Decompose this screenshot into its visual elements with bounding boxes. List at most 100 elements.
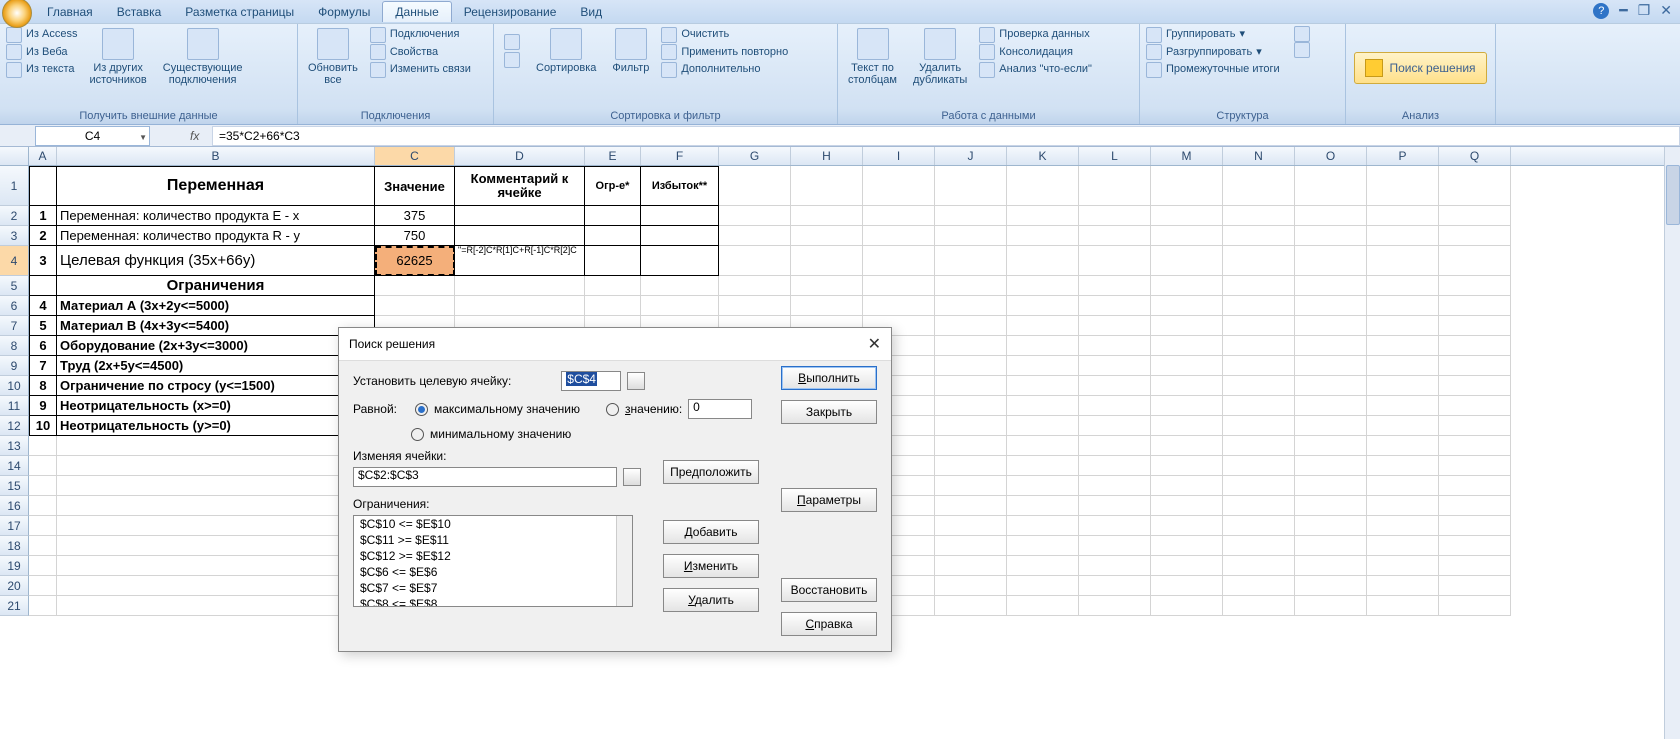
- execute-button[interactable]: Выполнить: [781, 366, 877, 390]
- col-F[interactable]: F: [641, 147, 719, 165]
- cell-C5[interactable]: [375, 276, 455, 296]
- cell-A12[interactable]: 10: [29, 416, 57, 436]
- tab-review[interactable]: Рецензирование: [452, 2, 569, 22]
- row-5[interactable]: 5: [0, 276, 29, 296]
- cell-A10[interactable]: 8: [29, 376, 57, 396]
- row-12[interactable]: 12: [0, 416, 29, 436]
- col-C[interactable]: C: [375, 147, 455, 165]
- group-button[interactable]: Группировать ▾: [1146, 26, 1280, 44]
- cell-C4[interactable]: 62625: [375, 246, 455, 276]
- tab-formulas[interactable]: Формулы: [306, 2, 382, 22]
- cell-A7[interactable]: 5: [29, 316, 57, 336]
- close-icon[interactable]: ✕: [1660, 2, 1672, 19]
- hide-detail-icon[interactable]: [1294, 42, 1310, 58]
- col-M[interactable]: M: [1151, 147, 1223, 165]
- cell-D2[interactable]: [455, 206, 585, 226]
- fx-icon[interactable]: fx: [190, 129, 212, 143]
- from-other-button[interactable]: Из других источников: [85, 26, 150, 88]
- edit-links-button[interactable]: Изменить связи: [370, 61, 471, 79]
- cell-G1[interactable]: [719, 166, 791, 206]
- reapply-button[interactable]: Применить повторно: [661, 44, 788, 62]
- cell-F3[interactable]: [641, 226, 719, 246]
- minimize-icon[interactable]: ━: [1619, 2, 1627, 19]
- col-H[interactable]: H: [791, 147, 863, 165]
- vertical-scrollbar[interactable]: [1664, 147, 1680, 739]
- from-access-button[interactable]: Из Access: [6, 26, 77, 44]
- cell-D1[interactable]: Комментарий к ячейке: [455, 166, 585, 206]
- row-3[interactable]: 3: [0, 226, 29, 246]
- cell-E3[interactable]: [585, 226, 641, 246]
- row-2[interactable]: 2: [0, 206, 29, 226]
- whatif-button[interactable]: Анализ "что-если": [979, 61, 1092, 79]
- cell-A8[interactable]: 6: [29, 336, 57, 356]
- row-11[interactable]: 11: [0, 396, 29, 416]
- col-K[interactable]: K: [1007, 147, 1079, 165]
- cell-B3[interactable]: Переменная: количество продукта R - y: [57, 226, 375, 246]
- cell-B6[interactable]: Материал А (3x+2y<=5000): [57, 296, 375, 316]
- tab-home[interactable]: Главная: [35, 2, 105, 22]
- cell-E4[interactable]: [585, 246, 641, 276]
- name-box[interactable]: C4▼: [35, 126, 150, 146]
- change-constraint-button[interactable]: Изменить: [663, 554, 759, 578]
- cell-A2[interactable]: 1: [29, 206, 57, 226]
- data-validation-button[interactable]: Проверка данных: [979, 26, 1092, 44]
- cell-B11[interactable]: Неотрицательность (x>=0): [57, 396, 375, 416]
- show-detail-icon[interactable]: [1294, 26, 1310, 42]
- cell-A1[interactable]: [29, 166, 57, 206]
- row-9[interactable]: 9: [0, 356, 29, 376]
- restore-icon[interactable]: ❐: [1638, 2, 1651, 19]
- row-10[interactable]: 10: [0, 376, 29, 396]
- tab-page-layout[interactable]: Разметка страницы: [173, 2, 306, 22]
- tab-insert[interactable]: Вставка: [105, 2, 174, 22]
- cell-B7[interactable]: Материал В (4x+3y<=5400): [57, 316, 375, 336]
- close-button[interactable]: Закрыть: [781, 400, 877, 424]
- cell-A6[interactable]: 4: [29, 296, 57, 316]
- constraint-item[interactable]: $C$11 >= $E$11: [354, 532, 632, 548]
- col-D[interactable]: D: [455, 147, 585, 165]
- remove-duplicates-button[interactable]: Удалить дубликаты: [909, 26, 971, 88]
- constraint-item[interactable]: $C$12 >= $E$12: [354, 548, 632, 564]
- cell-A11[interactable]: 9: [29, 396, 57, 416]
- ref-picker-icon[interactable]: [627, 372, 645, 390]
- cell-D4[interactable]: "=R[-2]C*R[1]C+R[-1]C*R[2]C: [455, 246, 585, 276]
- changing-cells-input[interactable]: $C$2:$C$3: [353, 467, 617, 487]
- cell-B1[interactable]: Переменная: [57, 166, 375, 206]
- radio-max[interactable]: [415, 403, 428, 416]
- cell-E2[interactable]: [585, 206, 641, 226]
- existing-conn-button[interactable]: Существующие подключения: [159, 26, 247, 88]
- dialog-close-icon[interactable]: ✕: [868, 334, 881, 354]
- delete-constraint-button[interactable]: Удалить: [663, 588, 759, 612]
- cell-B12[interactable]: Неотрицательность (y>=0): [57, 416, 375, 436]
- row-7[interactable]: 7: [0, 316, 29, 336]
- constraint-item[interactable]: $C$10 <= $E$10: [354, 516, 632, 532]
- cell-B10[interactable]: Ограничение по стросу (y<=1500): [57, 376, 375, 396]
- formula-input[interactable]: =35*C2+66*C3: [212, 126, 1680, 146]
- constraint-item[interactable]: $C$8 <= $E$8: [354, 596, 632, 607]
- radio-value[interactable]: [606, 403, 619, 416]
- text-to-columns-button[interactable]: Текст по столбцам: [844, 26, 901, 88]
- ungroup-button[interactable]: Разгруппировать ▾: [1146, 44, 1280, 62]
- cell-B8[interactable]: Оборудование (2x+3y<=3000): [57, 336, 375, 356]
- suggest-button[interactable]: Предположить: [663, 460, 759, 484]
- col-B[interactable]: B: [57, 147, 375, 165]
- col-Q[interactable]: Q: [1439, 147, 1511, 165]
- parameters-button[interactable]: Параметры: [781, 488, 877, 512]
- tab-view[interactable]: Вид: [568, 2, 614, 22]
- advanced-filter-button[interactable]: Дополнительно: [661, 61, 788, 79]
- target-cell-input[interactable]: $C$4: [561, 371, 621, 391]
- constraints-listbox[interactable]: $C$10 <= $E$10 $C$11 >= $E$11 $C$12 >= $…: [353, 515, 633, 607]
- cell-A5[interactable]: [29, 276, 57, 296]
- cell-E1[interactable]: Огр-е*: [585, 166, 641, 206]
- from-web-button[interactable]: Из Веба: [6, 44, 77, 62]
- cell-B5[interactable]: Ограничения: [57, 276, 375, 296]
- solver-button[interactable]: Поиск решения: [1354, 52, 1486, 84]
- add-constraint-button[interactable]: Добавить: [663, 520, 759, 544]
- cell-B9[interactable]: Труд (2x+5y<=4500): [57, 356, 375, 376]
- select-all-corner[interactable]: [0, 147, 29, 165]
- cell-B2[interactable]: Переменная: количество продукта E - x: [57, 206, 375, 226]
- col-A[interactable]: A: [29, 147, 57, 165]
- sort-button[interactable]: Сортировка: [532, 26, 600, 76]
- from-text-button[interactable]: Из текста: [6, 61, 77, 79]
- col-O[interactable]: O: [1295, 147, 1367, 165]
- connections-button[interactable]: Подключения: [370, 26, 471, 44]
